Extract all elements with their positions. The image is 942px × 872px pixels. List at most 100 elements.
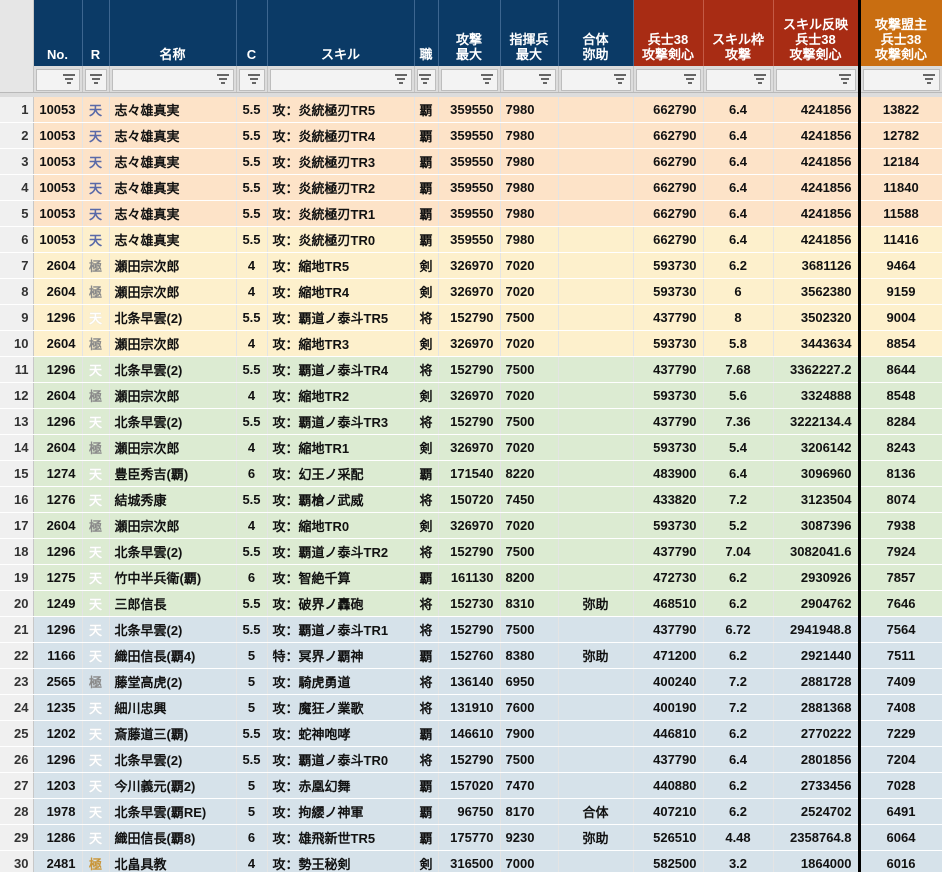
cell-cmd[interactable]: 7020 xyxy=(500,330,559,357)
cell-refl[interactable]: 2881368 xyxy=(773,694,860,721)
row-number[interactable]: 5 xyxy=(0,200,34,227)
cell-r[interactable]: 極 xyxy=(82,252,110,279)
cell-atk[interactable]: 175770 xyxy=(438,824,501,851)
cell-no[interactable]: 10053 xyxy=(33,200,83,227)
cell-c[interactable]: 5.5 xyxy=(236,148,268,175)
filter-cell-alli[interactable] xyxy=(857,66,942,93)
cell-no[interactable]: 1274 xyxy=(33,460,83,487)
cell-atk[interactable]: 316500 xyxy=(438,850,501,872)
cell-job[interactable]: 剣 xyxy=(414,382,439,409)
row-number[interactable]: 28 xyxy=(0,798,34,825)
cell-cmd[interactable]: 7980 xyxy=(500,174,559,201)
cell-alli[interactable]: 8548 xyxy=(857,382,942,409)
cell-refl[interactable]: 3681126 xyxy=(773,252,860,279)
cell-alli[interactable]: 7511 xyxy=(857,642,942,669)
cell-no[interactable]: 1296 xyxy=(33,746,83,773)
filter-cell-refl[interactable] xyxy=(773,66,860,93)
cell-cmd[interactable]: 7020 xyxy=(500,252,559,279)
row-number[interactable]: 6 xyxy=(0,226,34,253)
cell-refl[interactable]: 3082041.6 xyxy=(773,538,860,565)
cell-r[interactable]: 天 xyxy=(82,486,110,513)
cell-name[interactable]: 今川義元(覇2) xyxy=(109,772,237,799)
cell-job[interactable]: 覇 xyxy=(414,148,439,175)
cell-slot[interactable]: 6.2 xyxy=(703,252,774,279)
cell-combo[interactable]: 弥助 xyxy=(558,642,634,669)
cell-name[interactable]: 斎藤道三(覇) xyxy=(109,720,237,747)
cell-job[interactable]: 覇 xyxy=(414,174,439,201)
cell-cmd[interactable]: 7500 xyxy=(500,304,559,331)
cell-job[interactable]: 将 xyxy=(414,746,439,773)
cell-refl[interactable]: 3362227.2 xyxy=(773,356,860,383)
filter-cell-job[interactable] xyxy=(414,66,439,93)
cell-refl[interactable]: 3562380 xyxy=(773,278,860,305)
cell-name[interactable]: 北条早雲(2) xyxy=(109,616,237,643)
cell-h38[interactable]: 662790 xyxy=(633,148,704,175)
cell-alli[interactable]: 8854 xyxy=(857,330,942,357)
cell-no[interactable]: 2604 xyxy=(33,330,83,357)
cell-combo[interactable] xyxy=(558,668,634,695)
row-number[interactable]: 13 xyxy=(0,408,34,435)
cell-slot[interactable]: 7.2 xyxy=(703,694,774,721)
table-row[interactable]: 10 2604 極瀬田宗次郎 4 攻：縮地TR3 剣 326970 7020 593730 5.8… xyxy=(0,330,942,357)
cell-c[interactable]: 6 xyxy=(236,824,268,851)
cell-alli[interactable]: 11840 xyxy=(857,174,942,201)
cell-atk[interactable]: 152790 xyxy=(438,356,501,383)
cell-no[interactable]: 1286 xyxy=(33,824,83,851)
cell-skill[interactable]: 攻：騎虎勇道 xyxy=(267,668,415,695)
cell-no[interactable]: 10053 xyxy=(33,148,83,175)
cell-name[interactable]: 北条早雲(2) xyxy=(109,746,237,773)
cell-refl[interactable]: 3324888 xyxy=(773,382,860,409)
cell-no[interactable]: 1296 xyxy=(33,304,83,331)
filter-button-refl[interactable] xyxy=(775,69,856,91)
cell-c[interactable]: 5.5 xyxy=(236,356,268,383)
cell-skill[interactable]: 攻：勢王秘剣 xyxy=(267,850,415,872)
cell-r[interactable]: 天 xyxy=(82,97,110,123)
cell-skill[interactable]: 攻：炎統極刃TR2 xyxy=(267,174,415,201)
cell-refl[interactable]: 3222134.4 xyxy=(773,408,860,435)
cell-slot[interactable]: 6.4 xyxy=(703,226,774,253)
cell-alli[interactable]: 6491 xyxy=(857,798,942,825)
cell-alli[interactable]: 12782 xyxy=(857,122,942,149)
cell-job[interactable]: 覇 xyxy=(414,772,439,799)
cell-h38[interactable]: 662790 xyxy=(633,122,704,149)
filter-button-name[interactable] xyxy=(111,69,234,91)
cell-name[interactable]: 織田信長(覇4) xyxy=(109,642,237,669)
cell-h38[interactable]: 437790 xyxy=(633,408,704,435)
cell-alli[interactable]: 7229 xyxy=(857,720,942,747)
header-slot[interactable]: スキル枠 攻撃 xyxy=(703,0,774,66)
cell-skill[interactable]: 攻：雄飛新世TR5 xyxy=(267,824,415,851)
cell-cmd[interactable]: 7500 xyxy=(500,746,559,773)
row-number[interactable]: 18 xyxy=(0,538,34,565)
cell-slot[interactable]: 3.2 xyxy=(703,850,774,872)
cell-combo[interactable] xyxy=(558,564,634,591)
cell-r[interactable]: 極 xyxy=(82,330,110,357)
cell-job[interactable]: 将 xyxy=(414,486,439,513)
cell-alli[interactable]: 7938 xyxy=(857,512,942,539)
filter-button-h38[interactable] xyxy=(635,69,701,91)
cell-slot[interactable]: 5.2 xyxy=(703,512,774,539)
cell-alli[interactable]: 7408 xyxy=(857,694,942,721)
cell-refl[interactable]: 3096960 xyxy=(773,460,860,487)
cell-atk[interactable]: 152790 xyxy=(438,538,501,565)
cell-refl[interactable]: 2770222 xyxy=(773,720,860,747)
cell-c[interactable]: 5.5 xyxy=(236,720,268,747)
cell-combo[interactable] xyxy=(558,278,634,305)
cell-refl[interactable]: 2921440 xyxy=(773,642,860,669)
cell-refl[interactable]: 4241856 xyxy=(773,122,860,149)
cell-refl[interactable]: 4241856 xyxy=(773,97,860,123)
table-row[interactable]: 9 1296 天北条早雲(2) 5.5 攻：覇道ノ泰斗TR5 将 152790 7500 437… xyxy=(0,304,942,331)
cell-slot[interactable]: 6.2 xyxy=(703,590,774,617)
header-atk[interactable]: 攻撃 最大 xyxy=(438,0,501,66)
cell-atk[interactable]: 152760 xyxy=(438,642,501,669)
cell-combo[interactable] xyxy=(558,226,634,253)
cell-no[interactable]: 2604 xyxy=(33,434,83,461)
cell-name[interactable]: 北条早雲(2) xyxy=(109,304,237,331)
cell-combo[interactable] xyxy=(558,304,634,331)
cell-name[interactable]: 志々雄真実 xyxy=(109,174,237,201)
cell-job[interactable]: 将 xyxy=(414,356,439,383)
row-number[interactable]: 12 xyxy=(0,382,34,409)
cell-job[interactable]: 覇 xyxy=(414,200,439,227)
cell-combo[interactable] xyxy=(558,97,634,123)
row-number[interactable]: 27 xyxy=(0,772,34,799)
cell-h38[interactable]: 593730 xyxy=(633,434,704,461)
